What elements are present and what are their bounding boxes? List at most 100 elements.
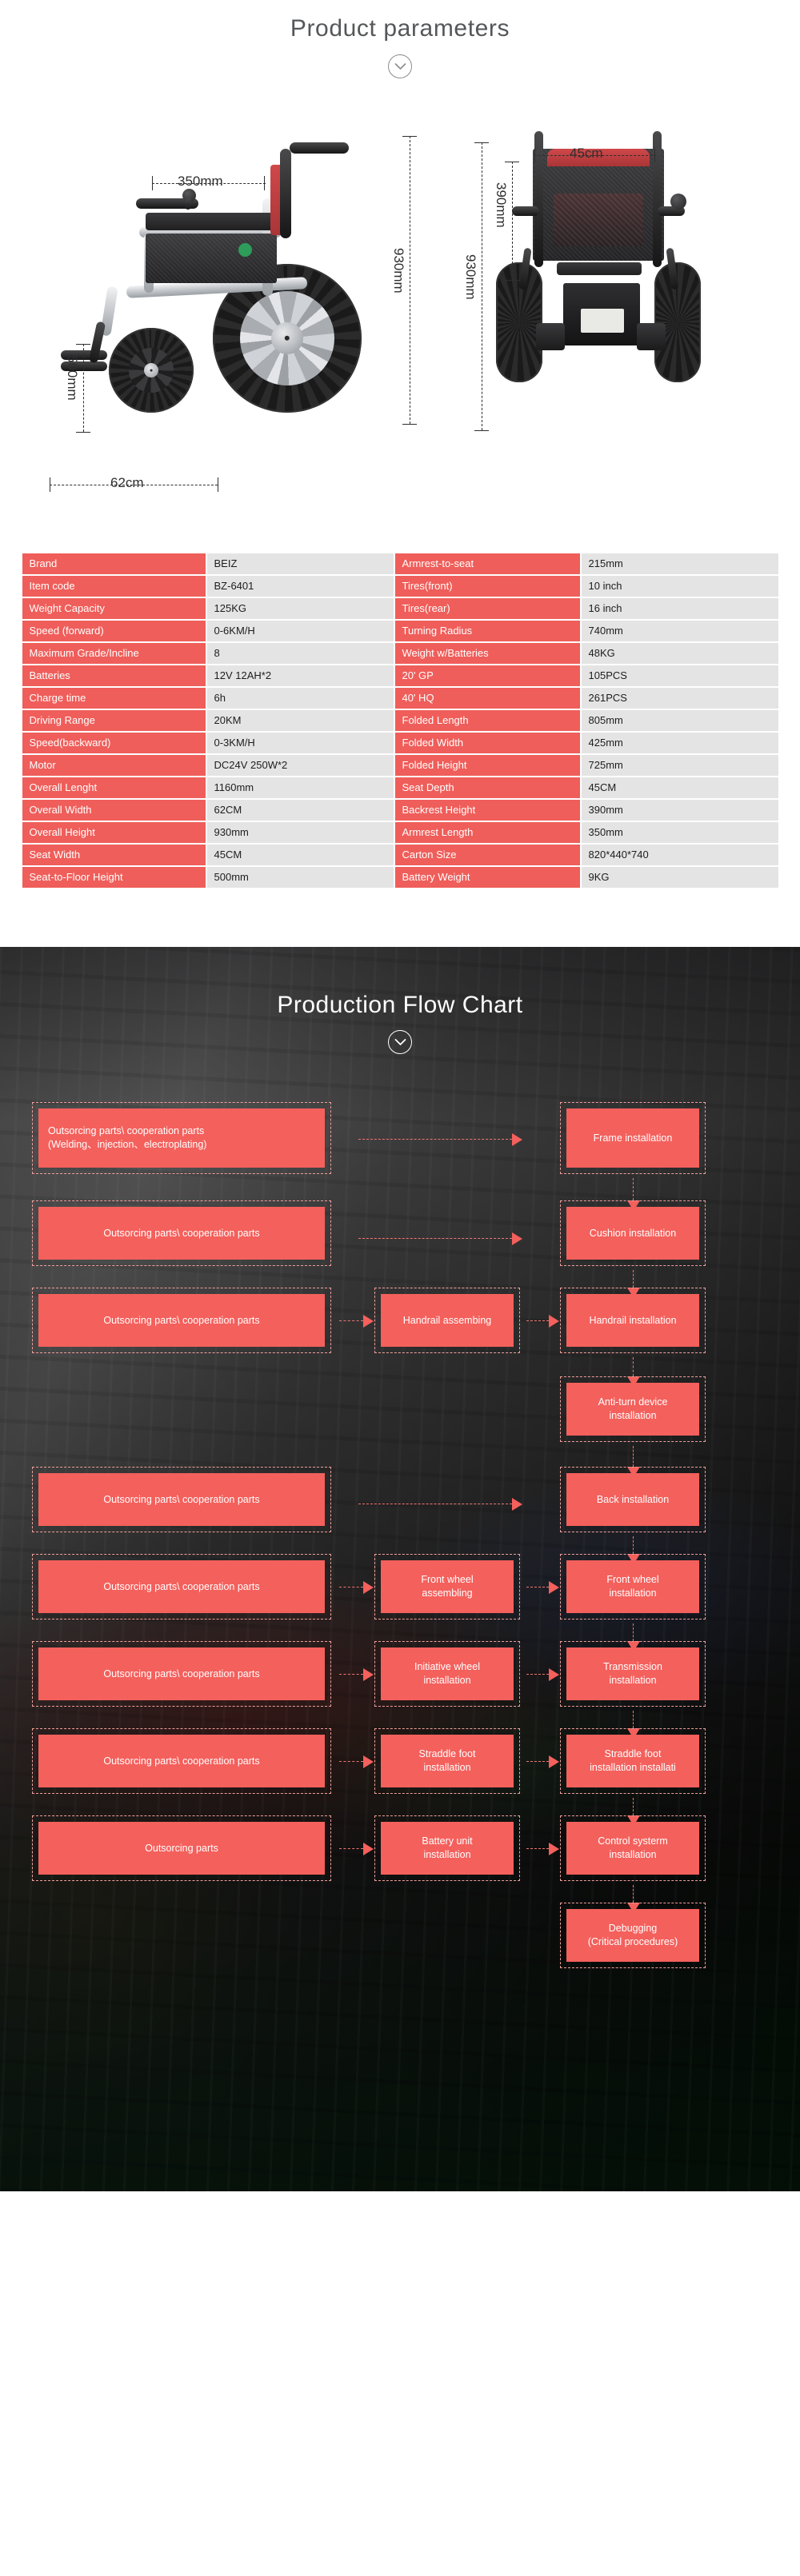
flow-box-label: Outsorcing parts\ cooperation parts	[38, 1294, 325, 1347]
dim-cap-height-side-bottom	[402, 424, 417, 425]
flow-box-control-system-installation[interactable]: Control systerm installation	[560, 1815, 706, 1881]
wheelchair-side-view-image	[56, 122, 392, 425]
spec-key: Tires(front)	[394, 576, 580, 597]
brand-logo-icon	[238, 243, 252, 257]
flow-box-label: Handrail assembing	[381, 1294, 514, 1347]
dim-line-backrest-height	[512, 162, 513, 280]
flow-box-outsourcing-back[interactable]: Outsorcing parts\ cooperation parts	[32, 1467, 331, 1532]
spec-value: 820*440*740	[581, 845, 778, 865]
table-row: Seat-to-Floor Height 500mm Battery Weight 9…	[22, 867, 778, 888]
spec-key: Driving Range	[22, 710, 206, 731]
spec-value: 215mm	[581, 553, 778, 574]
spec-key: Battery Weight	[394, 867, 580, 888]
spec-key: Motor	[22, 755, 206, 776]
spec-key: Speed (forward)	[22, 621, 206, 641]
flow-box-label: Outsorcing parts\ cooperation parts	[38, 1207, 325, 1260]
flow-box-straddle-foot-installation[interactable]: Straddle foot installation	[374, 1728, 520, 1794]
flow-box-label: Anti-turn device installation	[566, 1383, 699, 1436]
flow-box-outsourcing-cushion[interactable]: Outsorcing parts\ cooperation parts	[32, 1200, 331, 1266]
table-row: Brand BEIZ Armrest-to-seat 215mm	[22, 553, 778, 574]
flow-box-label: Front wheel assembling	[381, 1560, 514, 1613]
spec-value: 12V 12AH*2	[206, 665, 394, 686]
flow-arrow-right	[339, 1315, 374, 1328]
flow-box-outsourcing-initiative-wheel[interactable]: Outsorcing parts\ cooperation parts	[32, 1641, 331, 1707]
spec-key: Folded Width	[394, 733, 580, 753]
flow-box-label: Control systerm installation	[566, 1822, 699, 1875]
flow-chart-title: Production Flow Chart	[277, 992, 523, 1018]
flow-box-label: Frame installation	[566, 1108, 699, 1168]
spec-table-body: Brand BEIZ Armrest-to-seat 215mm Item code B…	[22, 553, 778, 888]
spec-key: Weight w/Batteries	[394, 643, 580, 664]
spec-value: 105PCS	[581, 665, 778, 686]
spec-key: Charge time	[22, 688, 206, 709]
spec-key: Seat Width	[22, 845, 206, 865]
dim-cap-armrest-left	[152, 176, 153, 190]
table-row: Weight Capacity 125KG Tires(rear) 16 inch	[22, 598, 778, 619]
spec-value: 125KG	[206, 598, 394, 619]
flow-box-label: Straddle foot installation	[381, 1735, 514, 1787]
spec-value: 805mm	[581, 710, 778, 731]
specifications-table: Brand BEIZ Armrest-to-seat 215mm Item code B…	[21, 552, 780, 889]
spec-value: 725mm	[581, 755, 778, 776]
flow-box-frame-installation[interactable]: Frame installation	[560, 1102, 706, 1174]
flow-box-transmission-installation[interactable]: Transmission installation	[560, 1641, 706, 1707]
flow-arrow-down	[627, 1711, 640, 1739]
flow-box-front-wheel-assembling[interactable]: Front wheel assembling	[374, 1554, 520, 1619]
chevron-down-icon	[388, 1030, 412, 1054]
chevron-down-icon	[388, 54, 412, 78]
table-row: Overall Height 930mm Armrest Length 350mm	[22, 822, 778, 843]
flow-box-handrail-assembing[interactable]: Handrail assembing	[374, 1288, 520, 1353]
flow-arrow-down	[627, 1798, 640, 1826]
table-row: Seat Width 45CM Carton Size 820*440*740	[22, 845, 778, 865]
spec-key: Overall Lenght	[22, 777, 206, 798]
flow-box-label: Outsorcing parts\ cooperation parts	[38, 1735, 325, 1787]
flow-arrow-right	[339, 1668, 374, 1681]
dim-label-seat-to-floor: 500mm	[65, 355, 80, 401]
spec-key: Speed(backward)	[22, 733, 206, 753]
dim-cap-seat-floor-bottom	[76, 432, 90, 433]
dim-cap-seat-floor-top	[76, 344, 90, 345]
spec-value: 740mm	[581, 621, 778, 641]
flow-box-anti-turn-device[interactable]: Anti-turn device installation	[560, 1376, 706, 1442]
flow-box-outsourcing-handrail[interactable]: Outsorcing parts\ cooperation parts	[32, 1288, 331, 1353]
spec-value: BEIZ	[206, 553, 394, 574]
dim-cap-seat-width-left	[534, 148, 535, 162]
flow-arrow-down	[627, 1357, 640, 1387]
spec-value: 9KG	[581, 867, 778, 888]
dim-line-seat-floor	[83, 344, 84, 432]
flow-box-battery-unit-installation[interactable]: Battery unit installation	[374, 1815, 520, 1881]
flow-box-cushion-installation[interactable]: Cushion installation	[560, 1200, 706, 1266]
table-row: Charge time 6h 40' HQ 261PCS	[22, 688, 778, 709]
flow-box-outsourcing-straddle-foot[interactable]: Outsorcing parts\ cooperation parts	[32, 1728, 331, 1794]
flow-arrow-right	[526, 1755, 559, 1768]
spec-value: 6h	[206, 688, 394, 709]
spec-value: 62CM	[206, 800, 394, 821]
table-row: Item code BZ-6401 Tires(front) 10 inch	[22, 576, 778, 597]
flow-box-handrail-installation[interactable]: Handrail installation	[560, 1288, 706, 1353]
flow-box-outsourcing-parts[interactable]: Outsorcing parts	[32, 1815, 331, 1881]
flow-box-label: Outsorcing parts	[38, 1822, 325, 1875]
spec-key: Backrest Height	[394, 800, 580, 821]
flow-box-outsourcing-front-wheel[interactable]: Outsorcing parts\ cooperation parts	[32, 1554, 331, 1619]
spec-key: Seat-to-Floor Height	[22, 867, 206, 888]
flow-box-initiative-wheel-installation[interactable]: Initiative wheel installation	[374, 1641, 520, 1707]
product-parameters-section: Product parameters 350mm 500mm 62cm 930m…	[0, 0, 800, 947]
spec-value: 8	[206, 643, 394, 664]
page-title: Product parameters	[290, 15, 510, 42]
dim-cap-armrest-right	[264, 176, 265, 190]
flow-chart-header: Production Flow Chart	[0, 947, 800, 1054]
flow-arrow-down	[627, 1885, 640, 1913]
spec-value: 45CM	[581, 777, 778, 798]
spec-key: Batteries	[22, 665, 206, 686]
flow-box-front-wheel-installation[interactable]: Front wheel installation	[560, 1554, 706, 1619]
dim-label-armrest-length: 350mm	[178, 174, 223, 189]
flow-box-debugging[interactable]: Debugging (Critical procedures)	[560, 1903, 706, 1968]
flow-box-straddle-foot-installation-2[interactable]: Straddle foot installation installati	[560, 1728, 706, 1794]
section-spacer	[0, 889, 800, 947]
flow-box-outsourcing-welding[interactable]: Outsorcing parts\ cooperation parts (Weld…	[32, 1102, 331, 1174]
flow-arrow-right	[339, 1843, 374, 1855]
table-row: Batteries 12V 12AH*2 20' GP 105PCS	[22, 665, 778, 686]
spec-value: 350mm	[581, 822, 778, 843]
flow-arrow-down	[627, 1270, 640, 1298]
flow-box-back-installation[interactable]: Back installation	[560, 1467, 706, 1532]
